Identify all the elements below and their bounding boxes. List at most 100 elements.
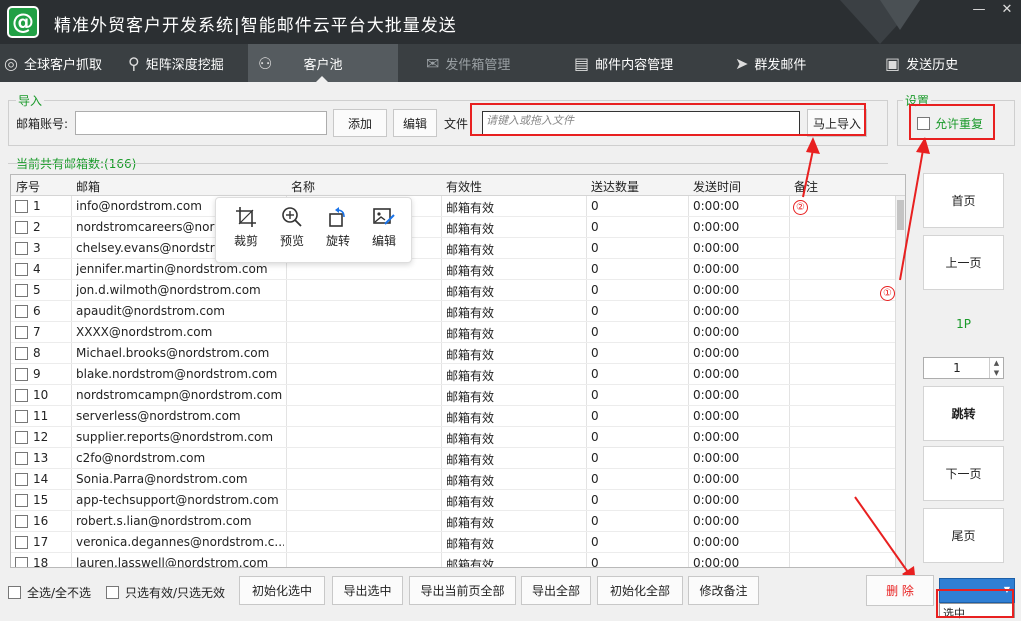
row-validity: 邮箱有效 [446,474,495,488]
tab-outbox[interactable]: ✉ 发件箱管理 [426,44,544,82]
checkbox-box [106,586,119,599]
row-checkbox[interactable] [15,347,28,360]
table-row[interactable]: 8 Michael.brooks@nordstrom.com 邮箱有效 0 0:00:0… [11,343,905,364]
export-page-button[interactable]: 导出当前页全部 [409,576,516,605]
row-checkbox[interactable] [15,452,28,465]
table-row[interactable]: 18 lauren.lasswell@nordstrom.com 邮箱有效 0 0:00… [11,553,905,567]
next-page-button[interactable]: 下一页 [923,446,1004,501]
export-selected-button[interactable]: 导出选中 [332,576,403,605]
edit-button[interactable]: 编辑 [393,109,437,137]
row-count: 0 [591,472,599,486]
tab-label: 客户池 [303,57,343,73]
table-row[interactable]: 15 app-techsupport@nordstrom.com 邮箱有效 0 0:00… [11,490,905,511]
header-time[interactable]: 发送时间 [693,178,741,195]
row-checkbox[interactable] [15,305,28,318]
highlight-settings-box [909,104,995,140]
row-checkbox[interactable] [15,242,28,255]
row-email: c2fo@nordstrom.com [76,451,206,465]
row-email: apaudit@nordstrom.com [76,304,225,318]
preview-tool[interactable]: 预览 [270,206,314,249]
table-row[interactable]: 1 info@nordstrom.com 邮箱有效 0 0:00:00 [11,196,905,217]
row-checkbox[interactable] [15,515,28,528]
row-count: 0 [591,304,599,318]
tab-deep-mining[interactable]: ⚲ 矩阵深度挖掘 [128,44,246,82]
send-icon: ➤ [735,53,749,73]
row-checkbox[interactable] [15,368,28,381]
table-row[interactable]: 5 jon.d.wilmoth@nordstrom.com 邮箱有效 0 0:00:00 [11,280,905,301]
account-input[interactable] [75,111,327,135]
row-time: 0:00:00 [693,388,740,402]
table-row[interactable]: 6 apaudit@nordstrom.com 邮箱有效 0 0:00:00 [11,301,905,322]
crop-tool[interactable]: 裁剪 [224,206,268,249]
row-count: 0 [591,220,599,234]
init-selected-button[interactable]: 初始化选中 [239,576,325,605]
page-stepper[interactable]: 1 ▲ ▼ [923,357,1004,379]
init-all-button[interactable]: 初始化全部 [597,576,683,605]
close-icon[interactable]: ✕ [996,2,1018,18]
row-count: 0 [591,409,599,423]
row-checkbox[interactable] [15,494,28,507]
table-row[interactable]: 10 nordstromcampn@nordstrom.com 邮箱有效 0 0:00:… [11,385,905,406]
table-row[interactable]: 9 blake.nordstrom@nordstrom.com 邮箱有效 0 0:00:… [11,364,905,385]
row-checkbox[interactable] [15,200,28,213]
table-row[interactable]: 17 veronica.degannes@nordstrom.c... 邮箱有效 0 0… [11,532,905,553]
prev-page-button[interactable]: 上一页 [923,235,1004,290]
last-page-button[interactable]: 尾页 [923,508,1004,563]
row-checkbox[interactable] [15,536,28,549]
select-all-checkbox[interactable]: 全选/全不选 [8,584,91,601]
row-email: Sonia.Parra@nordstrom.com [76,472,248,486]
row-checkbox[interactable] [15,410,28,423]
tab-global-capture[interactable]: ◎ 全球客户抓取 [4,44,122,82]
row-validity: 邮箱有效 [446,201,495,215]
table-row[interactable]: 7 XXXX@nordstrom.com 邮箱有效 0 0:00:00 [11,322,905,343]
add-button[interactable]: 添加 [333,109,387,137]
row-count: 0 [591,535,599,549]
edit-tool[interactable]: 编辑 [362,206,406,249]
tab-mail-content[interactable]: ▤ 邮件内容管理 [574,44,704,82]
row-validity: 邮箱有效 [446,516,495,530]
row-checkbox[interactable] [15,263,28,276]
row-checkbox[interactable] [15,221,28,234]
header-name[interactable]: 名称 [291,178,315,195]
row-time: 0:00:00 [693,535,740,549]
scrollbar[interactable] [895,196,905,567]
row-no: 2 [33,220,41,234]
row-checkbox[interactable] [15,557,28,567]
row-email: Michael.brooks@nordstrom.com [76,346,270,360]
jump-button[interactable]: 跳转 [923,386,1004,441]
delete-button[interactable]: 删 除 [866,575,934,606]
tab-bulk-send[interactable]: ➤ 群发邮件 [735,44,835,82]
table-row[interactable]: 12 supplier.reports@nordstrom.com 邮箱有效 0 0:0… [11,427,905,448]
row-checkbox[interactable] [15,326,28,339]
row-checkbox[interactable] [15,431,28,444]
table-row[interactable]: 4 jennifer.martin@nordstrom.com 邮箱有效 0 0:00:… [11,259,905,280]
tab-send-history[interactable]: ▣ 发送历史 [885,44,985,82]
table-row[interactable]: 14 Sonia.Parra@nordstrom.com 邮箱有效 0 0:00:00 [11,469,905,490]
table-row[interactable]: 3 chelsey.evans@nordstrom.com 邮箱有效 0 0:00:00 [11,238,905,259]
table-row[interactable]: 16 robert.s.lian@nordstrom.com 邮箱有效 0 0:00:0… [11,511,905,532]
header-note[interactable]: 备注 [794,178,818,195]
rotate-tool[interactable]: 旋转 [316,206,360,249]
first-page-button[interactable]: 首页 [923,173,1004,228]
stepper-down-icon[interactable]: ▼ [989,368,1003,378]
row-checkbox[interactable] [15,473,28,486]
row-checkbox[interactable] [15,284,28,297]
scrollbar-thumb[interactable] [897,200,904,230]
table-row[interactable]: 2 nordstromcareers@nordstrom.com 邮箱有效 0 0:00… [11,217,905,238]
row-checkbox[interactable] [15,389,28,402]
header-email[interactable]: 邮箱 [76,178,100,195]
table-row[interactable]: 13 c2fo@nordstrom.com 邮箱有效 0 0:00:00 [11,448,905,469]
edit-note-button[interactable]: 修改备注 [688,576,759,605]
row-no: 14 [33,472,49,486]
header-validity[interactable]: 有效性 [446,178,482,195]
header-no[interactable]: 序号 [16,178,40,195]
minimize-icon[interactable]: — [968,2,990,18]
row-email: veronica.degannes@nordstrom.c... [76,535,284,549]
header-count[interactable]: 送达数量 [591,178,639,195]
row-time: 0:00:00 [693,262,740,276]
select-valid-checkbox[interactable]: 只选有效/只选无效 [106,584,225,601]
email-table: 序号 邮箱 名称 有效性 送达数量 发送时间 备注 1 info@nordstro… [10,174,906,568]
export-all-button[interactable]: 导出全部 [521,576,591,605]
stepper-up-icon[interactable]: ▲ [989,358,1003,368]
table-row[interactable]: 11 serverless@nordstrom.com 邮箱有效 0 0:00:00 [11,406,905,427]
